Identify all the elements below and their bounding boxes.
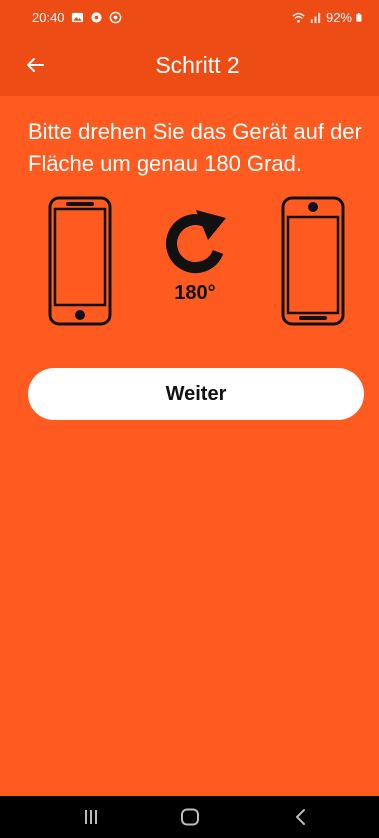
wifi-icon bbox=[292, 12, 305, 23]
rotation-degree-label: 180° bbox=[174, 282, 216, 304]
battery-percent: 92% bbox=[325, 9, 352, 25]
continue-button[interactable]: Weiter bbox=[28, 368, 364, 420]
app-bar: Schritt 2 bbox=[0, 34, 379, 96]
home-button[interactable] bbox=[175, 806, 205, 828]
rotate-clockwise-icon bbox=[166, 210, 226, 274]
recent-apps-icon bbox=[85, 810, 97, 824]
settings-icon bbox=[90, 11, 102, 23]
status-bar: 20:40 92% bbox=[0, 0, 379, 34]
status-time: 20:40 bbox=[32, 9, 65, 25]
page-title: Schritt 2 bbox=[155, 51, 240, 78]
system-nav-bar bbox=[0, 796, 379, 838]
battery-icon bbox=[356, 12, 362, 22]
status-left: 20:40 bbox=[32, 10, 122, 25]
gallery-icon bbox=[71, 12, 83, 22]
status-right: 92% bbox=[292, 10, 365, 25]
recent-apps-button[interactable] bbox=[76, 806, 106, 828]
nav-back-button[interactable] bbox=[286, 806, 316, 828]
screen: 20:40 92% Schritt 2 Bitte drehen Sie das… bbox=[0, 0, 379, 838]
home-icon bbox=[181, 808, 199, 826]
rotation-illustration: 180° bbox=[0, 196, 379, 336]
instruction-text: Bitte drehen Sie das Gerät auf der Fläch… bbox=[28, 119, 362, 176]
phone-upside-down-icon bbox=[281, 196, 345, 326]
back-icon bbox=[296, 809, 305, 825]
notification-icon bbox=[109, 11, 121, 23]
signal-icon bbox=[310, 12, 321, 23]
phone-upright-icon bbox=[48, 196, 112, 326]
